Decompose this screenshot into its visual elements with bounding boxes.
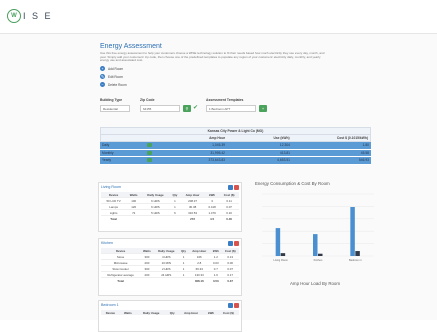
expand-button[interactable] — [147, 150, 159, 157]
add-room-button[interactable]: + Add Room — [100, 66, 123, 71]
edit-icon[interactable] — [228, 302, 233, 308]
zip-code-label: Zip Code — [140, 98, 155, 102]
page-description: Use this free energy assessment to help … — [100, 51, 325, 63]
zip-code-input[interactable]: 64155 — [140, 105, 180, 112]
delete-icon[interactable] — [234, 184, 239, 190]
room-title: Bedroom 1 — [101, 303, 119, 307]
add-room-label: Add Room — [108, 66, 124, 71]
building-type-select[interactable]: Residential — [100, 105, 130, 112]
room-title: Kitchen — [101, 241, 113, 245]
room-card-kitchen: Kitchen Device Watts Daily Usage Qty Amp Hou… — [98, 238, 242, 296]
top-bar: W I S E — [0, 0, 437, 34]
summary-row-yearly: Yearly 373,643.83 4,653.51 546.93 — [100, 157, 371, 165]
summary-header: Amp Hour Use (kWh) Cost $ (0.1015/kWh) — [100, 135, 371, 142]
room-card-living-room: Living Room Device Watts Daily Usage Qty… — [98, 182, 242, 232]
bar — [275, 228, 281, 256]
minus-icon: − — [100, 82, 105, 87]
delete-room-button[interactable]: − Delete Room — [100, 82, 127, 87]
page-title: Energy Assessment — [100, 43, 162, 50]
plus-icon: + — [261, 106, 265, 111]
add-template-button[interactable]: + — [259, 105, 267, 112]
room-title: Living Room — [101, 185, 121, 189]
table-total-row: Total 272 4.5 0.46 — [101, 215, 239, 221]
bar — [355, 251, 360, 256]
logo-icon: W — [7, 9, 21, 23]
room-table: Device Watts Daily Usage Qty Amp Hour kWh Cost… — [101, 310, 239, 315]
chart-title: Energy Consumption & Cost By Room — [255, 181, 330, 186]
template-label: Assessment Templates — [206, 98, 244, 102]
x-tick-label: Living Room — [273, 258, 287, 262]
edit-icon[interactable] — [228, 240, 233, 246]
summary-row-monthly: Monthly 31,995.42 413.81 45.58 — [100, 149, 371, 157]
logo-text: I S E — [23, 11, 53, 21]
chart2-title: Amp Hour Load By Room — [290, 281, 341, 286]
template-select[interactable]: 1 Bedroom APT — [206, 105, 256, 112]
check-icon: ✔ — [193, 105, 199, 111]
x-tick-label: Kitchen — [314, 258, 323, 262]
expand-button[interactable] — [147, 157, 159, 164]
x-tick-label: Bedroom 1 — [349, 258, 362, 262]
bar — [280, 253, 286, 256]
edit-room-label: Edit Room — [108, 74, 123, 79]
app-logo[interactable]: W I S E — [7, 9, 53, 23]
search-icon: ⚲ — [185, 106, 189, 111]
bar — [318, 253, 323, 256]
expand-button[interactable] — [147, 142, 159, 149]
bar — [313, 234, 318, 256]
summary-row-daily: Daily 1,045.39 12.304 1.80 — [100, 142, 371, 150]
room-table: Device Watts Daily Usage Qty Amp Hour kW… — [101, 192, 239, 221]
edit-icon[interactable] — [228, 184, 233, 190]
delete-room-label: Delete Room — [108, 82, 127, 87]
edit-room-button[interactable]: ✎ Edit Room — [100, 74, 123, 79]
utility-name: Kansas City Power & Light Co (MO) — [100, 127, 371, 135]
edit-icon: ✎ — [100, 74, 105, 79]
room-table: Device Watts Daily Usage Qty Amp Hour kWh Cost… — [101, 248, 239, 283]
delete-icon[interactable] — [234, 302, 239, 308]
building-type-label: Building Type — [100, 98, 123, 102]
room-card-bedroom-1: Bedroom 1 Device Watts Daily Usage Qty Amp H… — [98, 300, 242, 332]
search-button[interactable]: ⚲ — [183, 105, 191, 112]
energy-cost-chart: Living Room Kitchen Bedroom 1 — [262, 193, 374, 262]
bar — [350, 207, 355, 256]
summary-table: Kansas City Power & Light Co (MO) Amp Ho… — [100, 127, 371, 165]
delete-icon[interactable] — [234, 240, 239, 246]
plus-icon: + — [100, 66, 105, 71]
table-total-row: Total 308.16 3.53 0.37 — [101, 277, 239, 283]
